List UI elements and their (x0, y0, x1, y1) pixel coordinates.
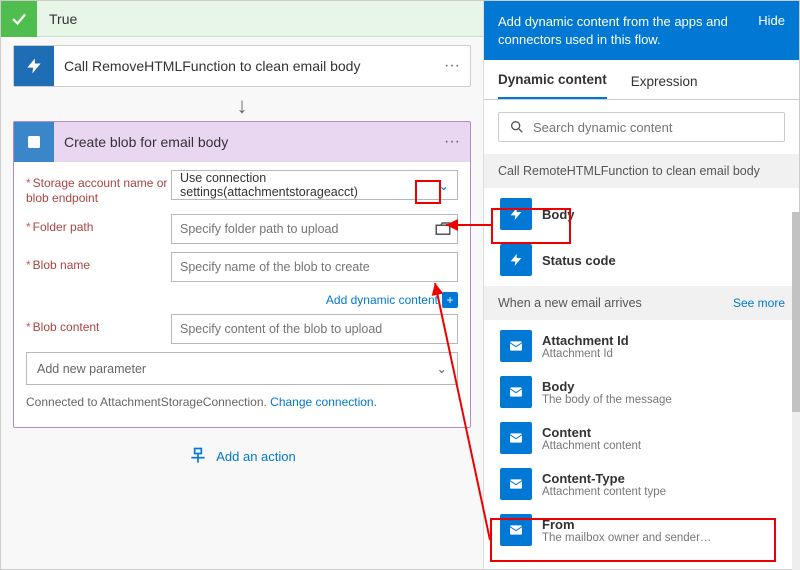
label-storage-account: Storage account name or blob endpoint (26, 170, 171, 206)
condition-label: True (37, 11, 77, 27)
change-connection-link[interactable]: Change connection. (270, 395, 377, 409)
chevron-down-icon: ⌄ (437, 361, 447, 376)
outlook-icon (500, 468, 532, 500)
dyn-item-content[interactable]: ContentAttachment content (498, 418, 785, 458)
dyn-item-statuscode[interactable]: Status code (498, 240, 785, 280)
step-call-removehtml[interactable]: Call RemoveHTMLFunction to clean email b… (13, 45, 471, 87)
blob-name-input[interactable] (171, 252, 458, 282)
label-blob-name: Blob name (26, 252, 171, 273)
step-title: Call RemoveHTMLFunction to clean email b… (54, 58, 434, 74)
dyn-item-body2[interactable]: BodyThe body of the message (498, 372, 785, 412)
storage-account-select[interactable]: Use connection settings(attachmentstorag… (171, 170, 458, 200)
search-input[interactable] (533, 120, 774, 135)
blob-icon (14, 122, 54, 162)
search-icon (509, 119, 525, 135)
folder-path-input[interactable] (171, 214, 458, 244)
flow-designer-canvas: True Call RemoveHTMLFunction to clean em… (1, 1, 483, 569)
add-dynamic-content-link[interactable]: Add dynamic content + (26, 290, 458, 314)
label-blob-content: Blob content (26, 314, 171, 335)
tab-dynamic-content[interactable]: Dynamic content (498, 62, 607, 99)
function-output-icon (500, 198, 532, 230)
label-folder-path: Folder path (26, 214, 171, 235)
search-box[interactable] (498, 112, 785, 142)
function-output-icon (500, 244, 532, 276)
blob-content-input[interactable] (171, 314, 458, 344)
step-title: Create blob for email body (54, 134, 434, 150)
dyn-item-body[interactable]: Body (498, 194, 785, 234)
hide-panel-link[interactable]: Hide (758, 13, 785, 48)
add-parameter-dropdown[interactable]: Add new parameter ⌄ (26, 352, 458, 385)
outlook-icon (500, 330, 532, 362)
panel-header-text: Add dynamic content from the apps and co… (498, 13, 746, 48)
add-action-icon (188, 446, 208, 466)
outlook-icon (500, 376, 532, 408)
section-header: Call RemoteHTMLFunction to clean email b… (484, 154, 799, 188)
plus-icon: + (442, 292, 458, 308)
tab-expression[interactable]: Expression (631, 64, 698, 99)
connection-info: Connected to AttachmentStorageConnection… (26, 385, 458, 419)
outlook-icon (500, 514, 532, 546)
function-icon (14, 46, 54, 86)
dyn-item-attachmentid[interactable]: Attachment IdAttachment Id (498, 326, 785, 366)
add-action-button[interactable]: Add an action (188, 446, 296, 466)
dyn-item-contenttype[interactable]: Content-TypeAttachment content type (498, 464, 785, 504)
check-icon (1, 1, 37, 37)
see-more-link[interactable]: See more (733, 296, 785, 310)
condition-true-branch[interactable]: True (1, 1, 483, 37)
dynamic-content-panel: Add dynamic content from the apps and co… (483, 1, 799, 569)
scrollbar[interactable] (792, 212, 800, 570)
connector-arrow-icon: ↓ (13, 91, 471, 121)
scrollbar-thumb[interactable] (792, 212, 800, 412)
dyn-item-from[interactable]: FromThe mailbox owner and sender… (498, 510, 785, 550)
step-menu-button[interactable]: ··· (434, 133, 470, 151)
step-menu-button[interactable]: ··· (434, 57, 470, 75)
folder-picker-icon[interactable] (434, 220, 452, 238)
outlook-icon (500, 422, 532, 454)
section-header: When a new email arrives See more (484, 286, 799, 320)
panel-tabs: Dynamic content Expression (484, 60, 799, 100)
step-create-blob[interactable]: Create blob for email body ··· Storage a… (13, 121, 471, 428)
chevron-down-icon: ⌄ (439, 178, 449, 193)
